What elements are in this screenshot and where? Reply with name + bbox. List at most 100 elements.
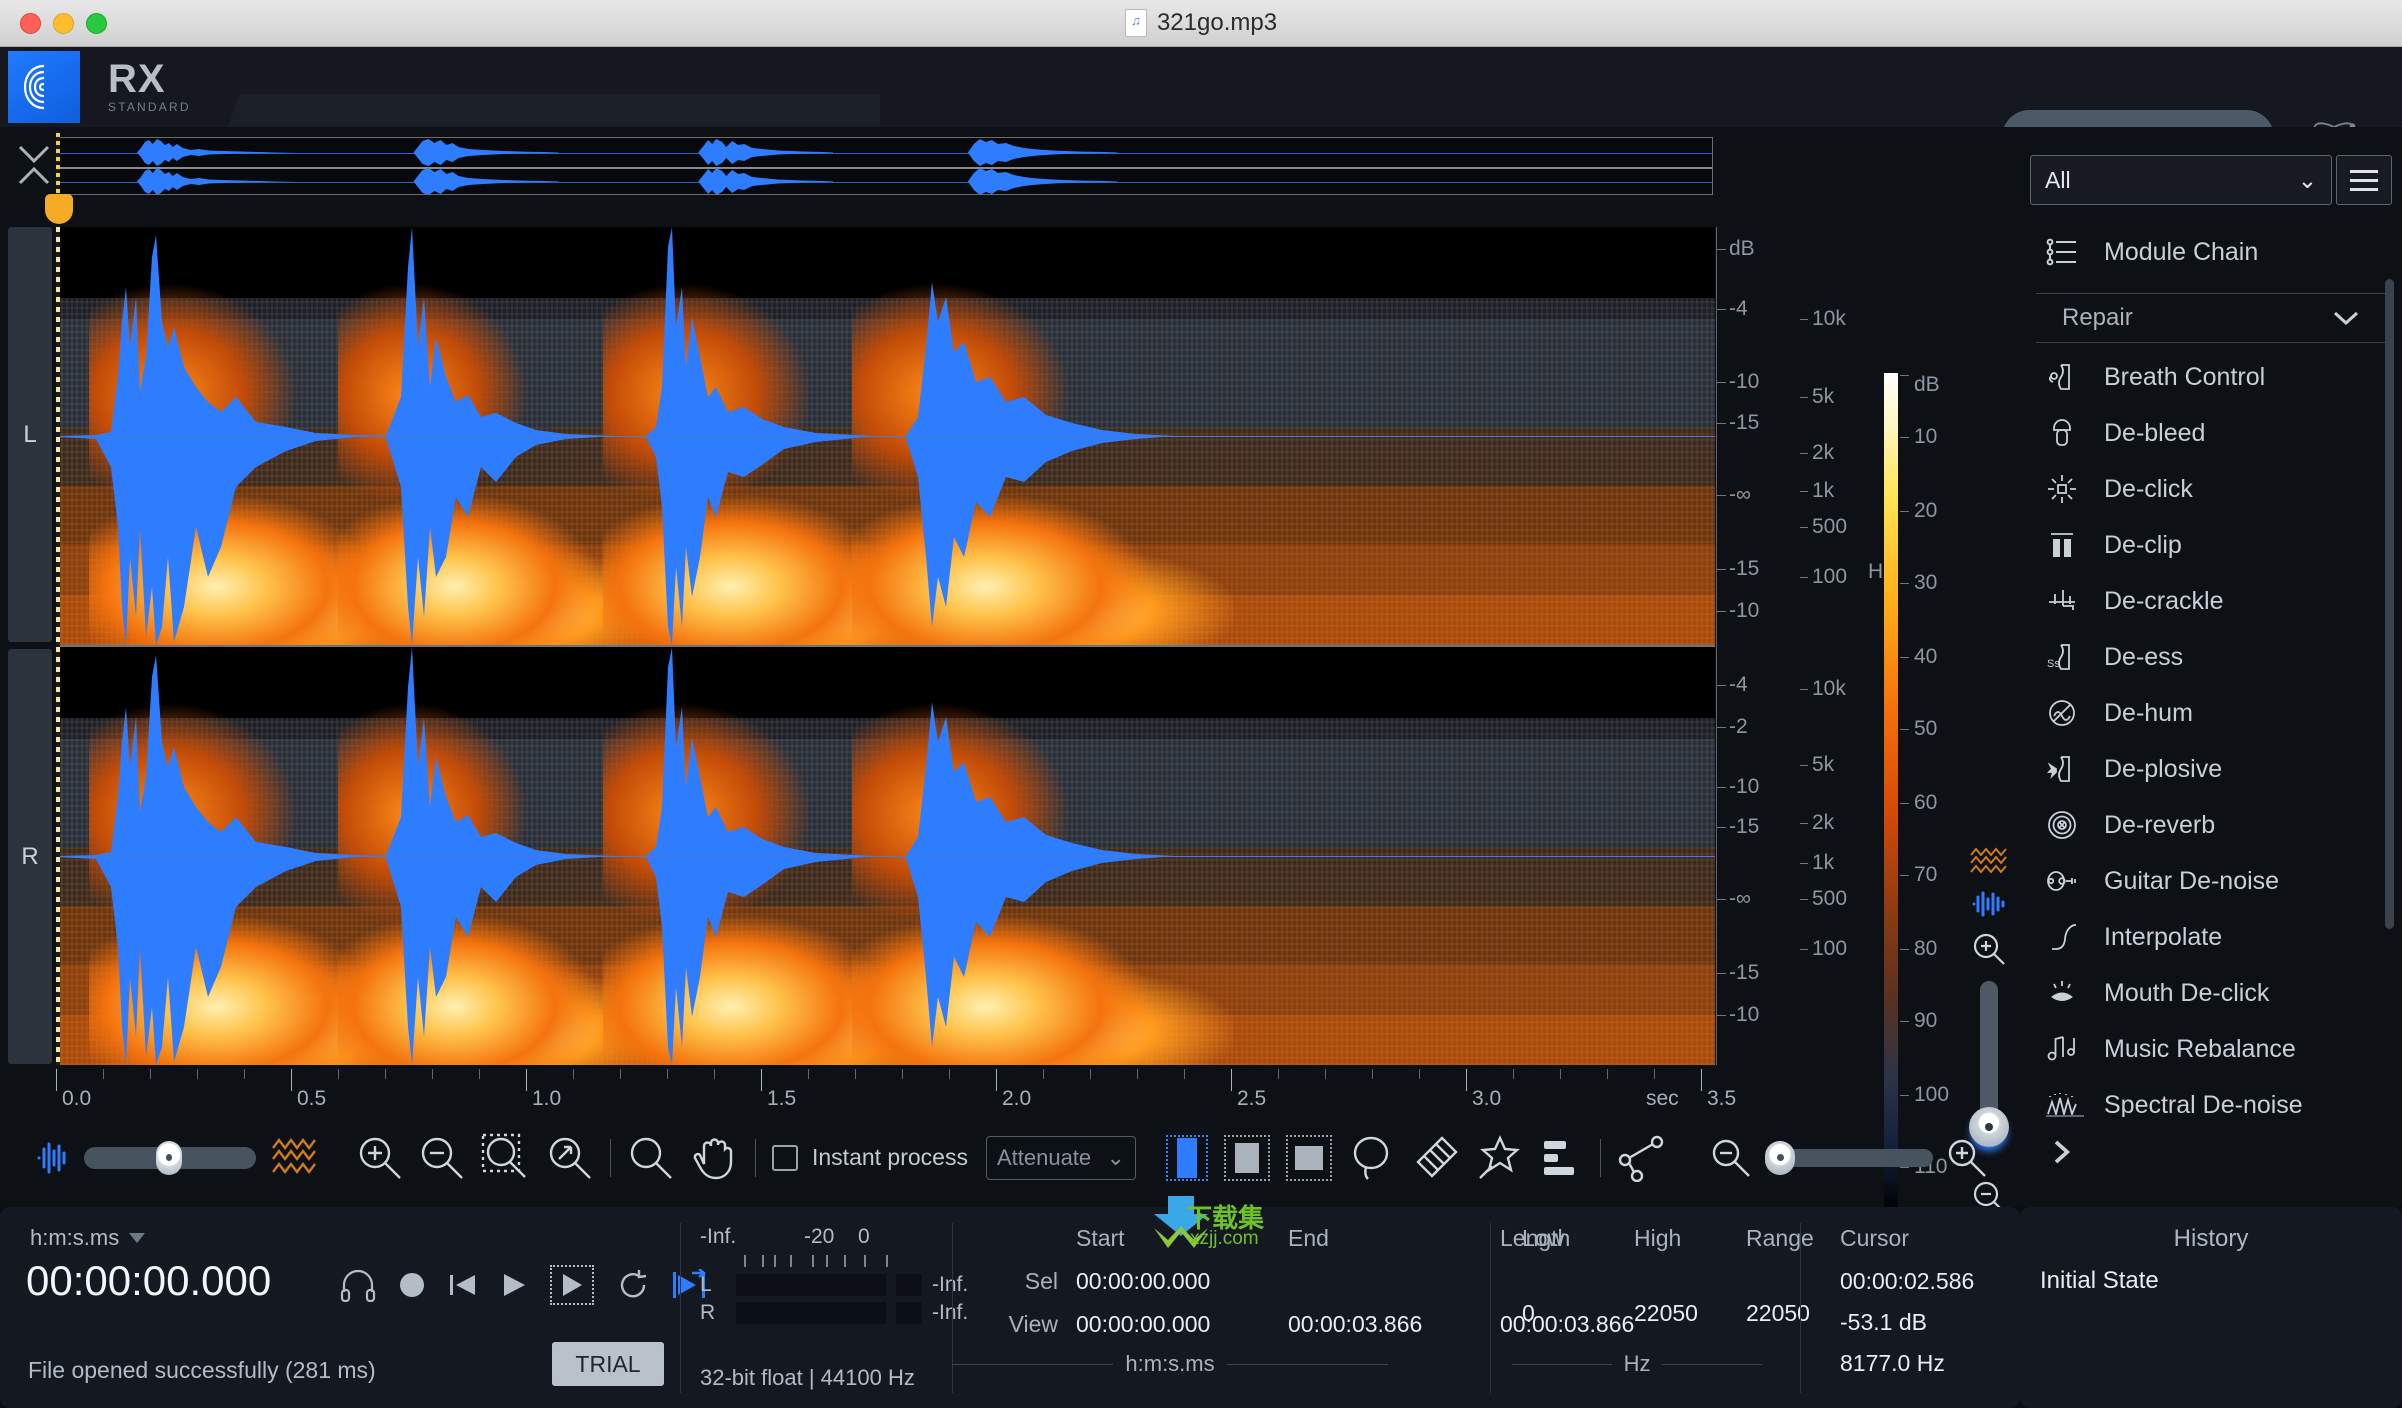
module-item-music-rebalance[interactable]: Music Rebalance	[2020, 1021, 2402, 1077]
module-chain-label: Module Chain	[2104, 237, 2259, 266]
frequency-selection-tool-icon[interactable]	[1223, 1134, 1270, 1181]
selection-view-end[interactable]: 00:00:03.866	[1288, 1311, 1500, 1338]
module-filter-value: All	[2045, 166, 2071, 193]
guitar-icon	[2046, 865, 2078, 897]
history-item[interactable]: Initial State	[2020, 1253, 2402, 1295]
history-title: History	[2173, 1225, 2249, 1252]
db-axis-label-10: -∞	[1729, 887, 1751, 910]
module-item-guitar-de-noise[interactable]: Guitar De-noise	[2020, 853, 2402, 909]
time-format-selector[interactable]: h:m:s.ms	[30, 1225, 146, 1251]
hz-axis-label-1: 5k	[1812, 385, 1835, 408]
vertical-zoom-slider[interactable]	[1969, 981, 2009, 1147]
playhead-time[interactable]: 00:00:00.000	[26, 1257, 271, 1305]
time-ruler[interactable]: 0.0 0.5 1.0 1.5 2.0 2.5 3.0 3.5 sec	[56, 1069, 1736, 1117]
module-item-mouth-de-click[interactable]: Mouth De-click	[2020, 965, 2402, 1021]
previous-icon[interactable]	[448, 1270, 478, 1300]
overview-playhead[interactable]	[56, 133, 60, 199]
zoom-out-icon[interactable]	[418, 1134, 466, 1182]
module-item-de-plosive[interactable]: De-plosive	[2020, 741, 2402, 797]
time-selection-tool-icon[interactable]	[1165, 1134, 1208, 1181]
harmonic-selection-tool-icon[interactable]	[1540, 1136, 1584, 1180]
module-item-de-bleed[interactable]: De-bleed	[2020, 405, 2402, 461]
music-document-icon	[1124, 9, 1147, 37]
selection-view-start[interactable]: 00:00:00.000	[1076, 1311, 1288, 1338]
waveform-view-icon[interactable]	[1971, 891, 2007, 917]
chevron-down-icon[interactable]	[2332, 309, 2360, 327]
module-list[interactable]: Module Chain Repair Breath Control De-bl…	[2020, 217, 2402, 1117]
horizontal-zoom-in-icon[interactable]	[1945, 1136, 1989, 1180]
module-group-repair[interactable]: Repair	[2036, 293, 2386, 343]
color-scale-label-7: 80	[1914, 937, 1938, 960]
module-chain-row[interactable]: Module Chain	[2020, 221, 2402, 283]
chevron-down-icon: ⌄	[1106, 1144, 1125, 1170]
module-chain-icon	[2046, 236, 2078, 268]
trial-badge[interactable]: TRIAL	[552, 1342, 664, 1386]
instant-process-checkbox[interactable]	[772, 1144, 798, 1171]
status-message: File opened successfully (281 ms)	[28, 1357, 376, 1383]
overview-waveform[interactable]	[58, 137, 1713, 195]
spectrogram-channel-right	[56, 647, 1715, 1065]
playhead-marker-icon[interactable]	[45, 194, 73, 224]
spectrogram-view-icon[interactable]	[1969, 847, 2009, 877]
loop-icon[interactable]	[616, 1269, 650, 1301]
magic-wand-selection-tool-icon[interactable]	[1476, 1134, 1524, 1182]
zoom-to-selection-icon[interactable]	[480, 1132, 532, 1184]
zoom-in-icon[interactable]	[356, 1134, 404, 1182]
module-item-de-reverb[interactable]: De-reverb	[2020, 797, 2402, 853]
horizontal-zoom-slider-knob[interactable]	[1764, 1140, 1795, 1175]
rx-waves-logo-icon[interactable]	[8, 51, 80, 123]
cursor-time: 00:00:02.586	[1840, 1268, 1975, 1294]
waveform-spectrogram-blend-slider[interactable]	[84, 1140, 256, 1175]
brand-edition: STANDARD	[108, 100, 191, 114]
waveform-icon[interactable]	[36, 1141, 70, 1175]
lasso-selection-tool-icon[interactable]	[1348, 1134, 1396, 1182]
play-icon[interactable]	[500, 1270, 528, 1300]
rectangular-selection-tool-icon[interactable]	[1285, 1134, 1332, 1181]
selection-sel-start[interactable]: 00:00:00.000	[1076, 1268, 1288, 1295]
spectrogram-playhead[interactable]	[56, 227, 60, 1065]
record-icon[interactable]	[398, 1271, 426, 1299]
microphone-icon	[2046, 417, 2078, 449]
module-filter-select[interactable]: All ⌄	[2030, 155, 2332, 205]
hand-tool-icon[interactable]	[693, 1134, 739, 1182]
module-item-de-clip[interactable]: De-clip	[2020, 517, 2402, 573]
frequency-low[interactable]: 0	[1522, 1300, 1634, 1327]
module-item-spectral-de-noise[interactable]: Spectral De-noise	[2020, 1077, 2402, 1117]
horizontal-zoom-slider[interactable]	[1764, 1140, 1933, 1175]
module-item-de-hum[interactable]: De-hum	[2020, 685, 2402, 741]
brush-selection-tool-icon[interactable]	[1412, 1134, 1460, 1182]
module-item-de-click[interactable]: De-click	[2020, 461, 2402, 517]
headphones-icon[interactable]	[340, 1268, 376, 1302]
channel-label-right[interactable]: R	[8, 649, 52, 1064]
module-item-de-crackle[interactable]: De-crackle	[2020, 573, 2402, 629]
collapse-overview-icon[interactable]	[16, 137, 52, 197]
play-selection-icon[interactable]	[550, 1265, 594, 1305]
module-item-breath-control[interactable]: Breath Control	[2020, 349, 2402, 405]
frequency-info-grid: Low High Range 0 22050 22050	[1522, 1225, 1858, 1327]
hamburger-menu-icon[interactable]	[2336, 155, 2392, 205]
blend-slider-knob[interactable]	[156, 1140, 182, 1175]
gain-envelope-tool-icon[interactable]	[1617, 1134, 1665, 1182]
instant-process-label: Instant process	[812, 1144, 968, 1170]
spectrogram-icon[interactable]	[270, 1137, 320, 1179]
spectrogram-zero-line-right	[56, 856, 1715, 857]
breath-control-icon	[2046, 361, 2078, 393]
module-item-label: Spectral De-noise	[2104, 1090, 2303, 1118]
channel-label-left[interactable]: L	[8, 227, 52, 642]
module-item-label: De-reverb	[2104, 810, 2216, 839]
frequency-high[interactable]: 22050	[1634, 1300, 1746, 1327]
horizontal-zoom-out-icon[interactable]	[1709, 1136, 1753, 1180]
selection-sel-end[interactable]	[1288, 1268, 1500, 1295]
zoom-to-fit-icon[interactable]	[546, 1134, 594, 1182]
chevron-right-icon[interactable]	[2046, 1137, 2076, 1167]
magnifier-tool-icon[interactable]	[627, 1134, 675, 1182]
module-item-interpolate[interactable]: Interpolate	[2020, 909, 2402, 965]
zoom-in-icon[interactable]	[1971, 931, 2007, 967]
module-item-label: Interpolate	[2104, 922, 2223, 951]
spectrogram-canvas[interactable]	[56, 227, 1715, 1065]
process-mode-select[interactable]: Attenuate ⌄	[985, 1135, 1136, 1180]
hz-axis-label-4: 500	[1812, 515, 1848, 538]
module-item-label: Mouth De-click	[2104, 978, 2270, 1007]
module-item-de-ess[interactable]: Ss De-ess	[2020, 629, 2402, 685]
module-list-scrollbar[interactable]	[2385, 279, 2394, 929]
